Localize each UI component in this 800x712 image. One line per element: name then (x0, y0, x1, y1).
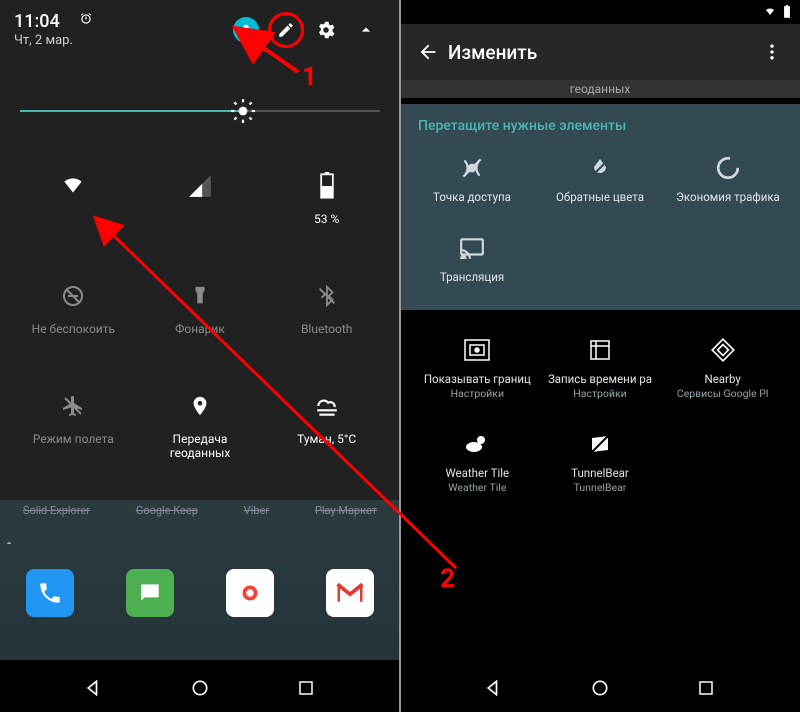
clock-time: 11:04 (14, 13, 73, 31)
flashlight-icon (180, 276, 220, 316)
extra-tile-tunnelbear[interactable]: TunnelBear TunnelBear (539, 428, 662, 494)
profile-button[interactable] (228, 12, 264, 48)
alarm-icon (79, 12, 93, 26)
avail-tile-datasaver[interactable]: Экономия трафика (664, 152, 792, 204)
hotspot-icon (456, 152, 488, 184)
annotation-1: 1 (302, 62, 317, 92)
collapse-button[interactable] (348, 12, 384, 48)
status-bar (400, 0, 800, 24)
status-wifi-icon (764, 6, 776, 18)
edit-header: Изменить (400, 24, 800, 80)
home-screen-background: Solid Explorer Google Keep Viber Play Ма… (0, 500, 400, 660)
extra-tile-nearby[interactable]: Nearby Сервисы Google Pl (661, 334, 784, 400)
bluetooth-icon (307, 276, 347, 316)
extra-tile-bounds[interactable]: Показывать границ Настройки (416, 334, 539, 400)
overflow-button[interactable] (752, 42, 792, 62)
wifi-icon (53, 166, 93, 206)
annotation-2: 2 (440, 564, 455, 594)
avail-tile-cast[interactable]: Трансляция (408, 232, 536, 284)
nav-home[interactable] (188, 676, 212, 700)
tile-location[interactable]: Передача геоданных (137, 386, 264, 496)
avail-tile-hotspot[interactable]: Точка доступа (408, 152, 536, 204)
time-block: 11:04 Чт, 2 мар. (14, 13, 73, 48)
back-button[interactable] (408, 41, 448, 63)
avail-tile-invert[interactable]: Обратные цвета (536, 152, 664, 204)
nav-recent-r[interactable] (694, 676, 718, 700)
tile-wifi[interactable] (10, 166, 137, 276)
datasaver-icon (712, 152, 744, 184)
profile-icon (233, 17, 259, 43)
screenshot-divider (399, 0, 401, 712)
tile-dnd[interactable]: Не беспокоить (10, 276, 137, 386)
dock-labels: Solid Explorer Google Keep Viber Play Ма… (0, 500, 400, 517)
app-drawer-handle[interactable] (0, 537, 400, 549)
app-gmail[interactable] (326, 569, 374, 617)
app-phone[interactable] (26, 569, 74, 617)
record-icon (584, 334, 616, 366)
tile-signal[interactable] (137, 166, 264, 276)
tile-bluetooth[interactable]: Bluetooth (263, 276, 390, 386)
weather-tile-icon (461, 428, 493, 460)
battery-label: 53 % (314, 212, 339, 226)
drag-hint: Перетащите нужные элементы (400, 118, 800, 144)
tile-flashlight[interactable]: Фонарик (137, 276, 264, 386)
battery-icon (307, 166, 347, 206)
extra-tile-weather[interactable]: Weather Tile Weather Tile (416, 428, 539, 494)
qs-header: 11:04 Чт, 2 мар. (0, 0, 400, 56)
nav-back[interactable] (82, 676, 106, 700)
dock-apps (0, 569, 400, 617)
edit-title: Изменить (448, 41, 752, 64)
tile-airplane[interactable]: Режим полета (10, 386, 137, 496)
brightness-slider[interactable] (20, 96, 380, 126)
nav-home-r[interactable] (588, 676, 612, 700)
available-tiles-section: Перетащите нужные элементы Точка доступа… (400, 104, 800, 310)
tile-weather[interactable]: Туман, 5°C (263, 386, 390, 496)
nav-back-r[interactable] (482, 676, 506, 700)
left-phone-quicksettings: 11:04 Чт, 2 мар. (0, 0, 400, 712)
location-icon (180, 386, 220, 426)
fog-icon (307, 386, 347, 426)
layout-bounds-icon (461, 334, 493, 366)
cast-icon (456, 232, 488, 264)
current-tile-strip: геоданных (400, 80, 800, 104)
chevron-up-icon (356, 20, 376, 40)
quick-settings-panel: 11:04 Чт, 2 мар. (0, 0, 400, 500)
edit-button-highlight (268, 12, 304, 48)
brightness-thumb-icon[interactable] (230, 98, 256, 124)
edit-button[interactable] (268, 12, 304, 48)
nav-bar-right (400, 664, 800, 712)
app-camera[interactable] (226, 569, 274, 617)
dnd-icon (53, 276, 93, 316)
qs-tiles-grid: 53 % Не беспокоить Фонарик Bluetooth (0, 146, 400, 506)
extra-tiles-section: Показывать границ Настройки Запись време… (400, 310, 800, 522)
nav-bar-left (0, 664, 400, 712)
extra-tile-record[interactable]: Запись времени ра Настройки (539, 334, 662, 400)
gear-icon (315, 19, 337, 41)
clock-date: Чт, 2 мар. (14, 33, 73, 48)
app-messages[interactable] (126, 569, 174, 617)
tile-battery[interactable]: 53 % (263, 166, 390, 276)
status-battery-icon (782, 5, 792, 19)
nav-recent[interactable] (294, 676, 318, 700)
settings-button[interactable] (308, 12, 344, 48)
right-phone-edit-tiles: Изменить геоданных Перетащите нужные эле… (400, 0, 800, 712)
airplane-icon (53, 386, 93, 426)
arrow-back-icon (417, 41, 439, 63)
nearby-icon (707, 334, 739, 366)
tunnelbear-icon (584, 428, 616, 460)
signal-icon (180, 166, 220, 206)
invert-icon (584, 152, 616, 184)
more-vert-icon (762, 42, 782, 62)
pencil-icon (277, 21, 295, 39)
